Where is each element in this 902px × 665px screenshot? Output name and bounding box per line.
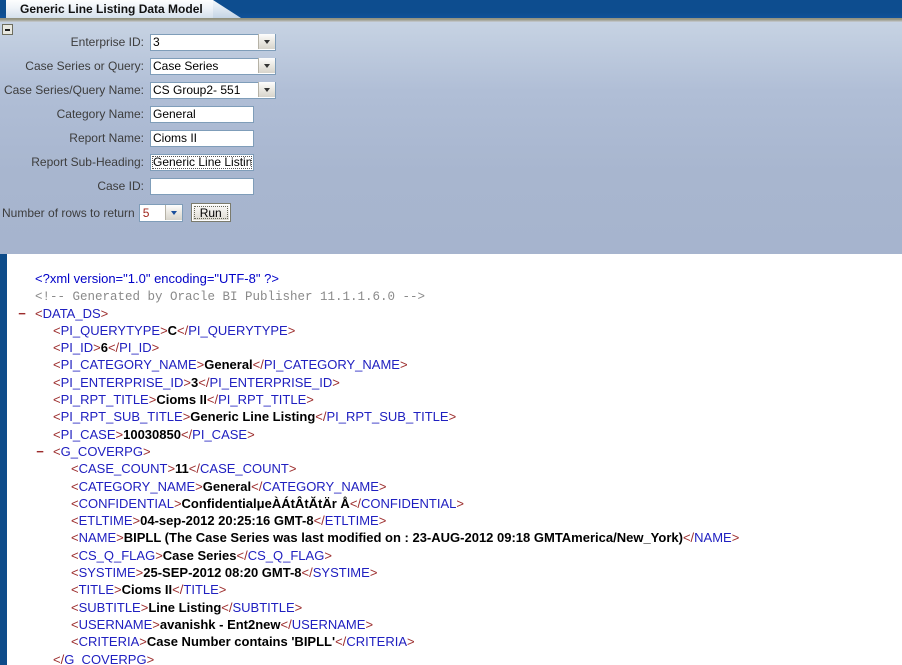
parameter-row: Category Name: [0, 102, 360, 126]
tab-label: Generic Line Listing Data Model [20, 2, 203, 16]
xml-comment: <!-- Generated by Oracle BI Publisher 11… [7, 287, 902, 304]
rows-to-return-select[interactable]: 5 [139, 204, 183, 222]
xml-element: <PI_ENTERPRISE_ID>3</PI_ENTERPRISE_ID> [7, 374, 902, 391]
parameter-control: Case Series [150, 57, 276, 75]
parameter-control [150, 105, 254, 123]
select-wrapper: CS Group2- 551 [150, 81, 276, 99]
parameter-row: Case ID: [0, 174, 360, 198]
parameter-form: Enterprise ID:3Case Series or Query:Case… [0, 30, 360, 222]
input-report-sub-heading[interactable] [150, 154, 254, 171]
parameter-label: Report Sub-Heading: [0, 155, 150, 169]
xml-element: <SYSTIME>25-SEP-2012 08:20 GMT-8</SYSTIM… [7, 564, 902, 581]
input-report-name[interactable] [150, 130, 254, 147]
rows-to-return-row: Number of rows to return 5 Run [0, 203, 360, 222]
parameter-control [150, 153, 254, 171]
xml-output-viewer[interactable]: <?xml version="1.0" encoding="UTF-8" ?><… [7, 254, 902, 665]
select-wrapper: Case Series [150, 57, 276, 75]
select-case-series-query-name[interactable]: CS Group2- 551 [150, 82, 276, 99]
xml-declaration: <?xml version="1.0" encoding="UTF-8" ?> [7, 270, 902, 287]
parameter-label: Case Series/Query Name: [0, 83, 150, 97]
xml-node-group[interactable]: −<G_COVERPG> [7, 443, 902, 460]
select-case-series-or-query[interactable]: Case Series [150, 58, 276, 75]
xml-element: <CASE_COUNT>11</CASE_COUNT> [7, 460, 902, 477]
rows-to-return-label: Number of rows to return [2, 206, 135, 220]
parameter-label: Category Name: [0, 107, 150, 121]
xml-element: <PI_RPT_TITLE>Cioms II</PI_RPT_TITLE> [7, 391, 902, 408]
xml-element: <SUBTITLE>Line Listing</SUBTITLE> [7, 599, 902, 616]
xml-element: <PI_QUERYTYPE>C</PI_QUERYTYPE> [7, 322, 902, 339]
parameter-row: Case Series or Query:Case Series [0, 54, 360, 78]
xml-element: <CATEGORY_NAME>General</CATEGORY_NAME> [7, 478, 902, 495]
xml-node-root[interactable]: −<DATA_DS> [7, 305, 902, 322]
xml-element: <PI_ID>6</PI_ID> [7, 339, 902, 356]
parameter-row: Report Sub-Heading: [0, 150, 360, 174]
select-enterprise-id[interactable]: 3 [150, 34, 276, 51]
select-wrapper: 5 [139, 204, 183, 222]
parameter-row: Enterprise ID:3 [0, 30, 360, 54]
xml-element: <NAME>BIPLL (The Case Series was last mo… [7, 529, 902, 546]
xml-element: <USERNAME>avanishk - Ent2new</USERNAME> [7, 616, 902, 633]
select-wrapper: 3 [150, 33, 276, 51]
parameter-control: 3 [150, 33, 276, 51]
parameter-control [150, 177, 254, 195]
xml-element: <PI_CASE>10030850</PI_CASE> [7, 426, 902, 443]
xml-element: <CRITERIA>Case Number contains 'BIPLL'</… [7, 633, 902, 650]
xml-element: <PI_CATEGORY_NAME>General</PI_CATEGORY_N… [7, 356, 902, 373]
tab-strip: Generic Line Listing Data Model [0, 0, 902, 18]
input-category-name[interactable] [150, 106, 254, 123]
parameter-control [150, 129, 254, 147]
parameter-label: Case Series or Query: [0, 59, 150, 73]
run-button[interactable]: Run [191, 203, 231, 222]
collapse-node-icon[interactable]: − [17, 305, 27, 322]
data-model-page: Generic Line Listing Data Model Enterpri… [0, 0, 902, 665]
xml-element: <ETLTIME>04-sep-2012 20:25:16 GMT-8</ETL… [7, 512, 902, 529]
input-case-id[interactable] [150, 178, 254, 195]
parameter-label: Report Name: [0, 131, 150, 145]
parameter-label: Enterprise ID: [0, 35, 150, 49]
xml-element: <CS_Q_FLAG>Case Series</CS_Q_FLAG> [7, 547, 902, 564]
parameter-control: CS Group2- 551 [150, 81, 276, 99]
tab-generic-line-listing-data-model[interactable]: Generic Line Listing Data Model [6, 0, 213, 18]
collapse-node-icon[interactable]: − [35, 443, 45, 460]
parameter-row: Report Name: [0, 126, 360, 150]
parameter-row: Case Series/Query Name:CS Group2- 551 [0, 78, 360, 102]
xml-element: <TITLE>Cioms II</TITLE> [7, 581, 902, 598]
xml-node-group-close: </G_COVERPG> [7, 651, 902, 665]
xml-element: <CONFIDENTIAL>ConfidentialμeÀÁtÂtĂtÄr Å<… [7, 495, 902, 512]
parameter-label: Case ID: [0, 179, 150, 193]
xml-element: <PI_RPT_SUB_TITLE>Generic Line Listing</… [7, 408, 902, 425]
